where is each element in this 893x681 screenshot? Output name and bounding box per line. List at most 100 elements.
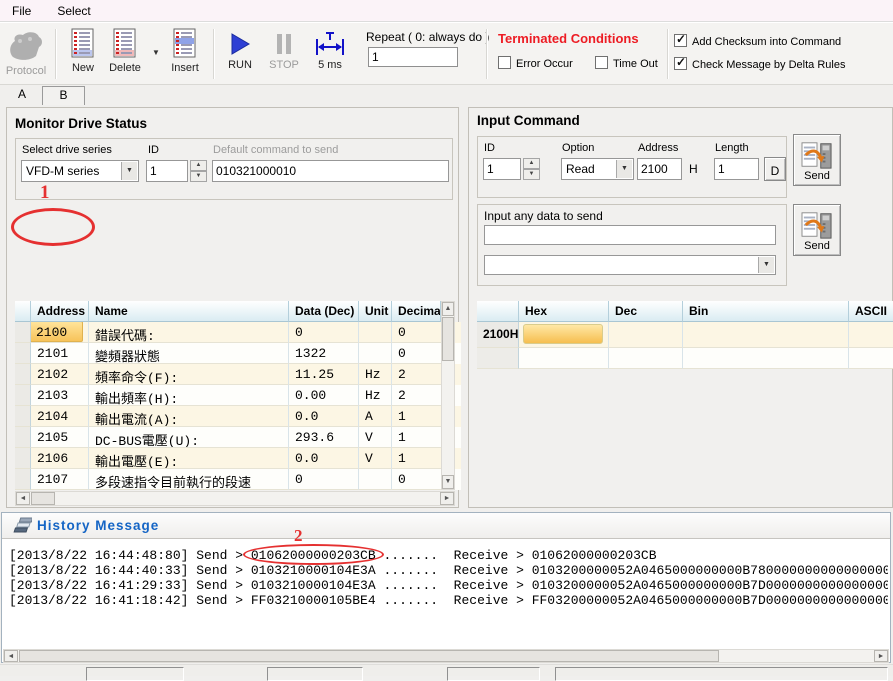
add-checksum-checkbox-box[interactable] [674,34,687,47]
select-drive-label: Select drive series [22,144,112,156]
history-hscrollbar[interactable]: ◄ ► [3,649,889,663]
input-command-panel: Input Command ID ▲▼ Option Read ▼ Addres… [468,107,893,508]
table-row-2100[interactable]: 2100錯誤代碼:00 [15,322,461,343]
scroll-down-icon[interactable]: ▼ [442,475,454,489]
table-row-2104[interactable]: 2104輸出電流(A):0.0A1 [15,406,461,427]
header-bin: Bin [683,301,849,322]
default-command-input[interactable] [212,160,449,182]
monitor-table-body: 2100錯誤代碼:002101變頻器狀態132202102頻率命令(F):11.… [15,322,461,490]
scroll-left-icon[interactable]: ◄ [4,650,18,662]
drive-series-combo[interactable]: VFD-M series ▼ [21,160,139,182]
toolbar-separator [667,29,668,79]
chevron-down-icon[interactable]: ▼ [121,162,137,180]
spin-down-icon[interactable]: ▼ [190,171,207,182]
address-label: Address [638,142,678,154]
toolbar: Protocol New Delete ▼ [0,23,893,85]
selected-address-cell[interactable]: 2100 [31,322,83,342]
add-checksum-checkbox[interactable]: Add Checksum into Command [674,34,841,48]
response-row-2100[interactable]: 2100H [477,322,893,348]
response-table: Hex Dec Bin ASCII 2100H [477,301,893,369]
scroll-right-icon[interactable]: ► [874,650,888,662]
length-label: Length [715,142,749,154]
stop-toolbar-button[interactable]: STOP [264,31,304,71]
vscroll-thumb[interactable] [442,317,454,361]
tab-strip: A B [0,85,893,107]
menu-select[interactable]: Select [53,2,94,20]
send-command-button[interactable]: Send [793,134,841,186]
header-unit: Unit [359,301,392,322]
tab-b[interactable]: B [42,86,85,105]
history-log[interactable]: [2013/8/22 16:44:48:80] Send > 010620000… [4,540,888,648]
received-data: FF03200000052A0465000000000B7D0000000000… [532,593,888,608]
table-row-2101[interactable]: 2101變頻器狀態13220 [15,343,461,364]
time-out-checkbox[interactable]: Time Out [595,56,658,70]
check-message-checkbox[interactable]: Check Message by Delta Rules [674,57,845,71]
delete-button[interactable]: Delete [104,28,146,74]
new-button[interactable]: New [63,28,103,74]
monitor-table-hscrollbar[interactable]: ◄ ► [15,491,455,506]
ic-id-spinner[interactable]: ▲▼ [523,158,540,180]
hscroll-thumb[interactable] [31,492,55,505]
annotation-number-2: 2 [294,526,303,546]
time-interval-icon [308,31,352,57]
length-input[interactable] [714,158,759,180]
row-header-2100h: 2100H [477,322,519,348]
hscroll-thumb[interactable] [19,650,719,662]
scroll-left-icon[interactable]: ◄ [16,492,30,505]
table-row-2106[interactable]: 2106輸出電壓(E):0.0V1 [15,448,461,469]
spin-down-icon[interactable]: ▼ [523,169,540,180]
status-bar [0,664,893,676]
table-row-2103[interactable]: 2103輸出頻率(H):0.00Hz2 [15,385,461,406]
scroll-up-icon[interactable]: ▲ [442,302,454,316]
delete-dropdown-arrow[interactable]: ▼ [152,48,160,57]
toolbar-separator [213,29,214,79]
header-hex: Hex [519,301,609,322]
chevron-down-icon[interactable]: ▼ [758,257,774,273]
any-data-history-combo[interactable]: ▼ [484,255,776,275]
insert-button[interactable]: Insert [164,28,206,74]
spin-up-icon[interactable]: ▲ [190,160,207,171]
send-any-data-button[interactable]: Send [793,204,841,256]
repeat-label: Repeat ( 0: always do ) [366,30,489,44]
toolbar-separator [486,29,487,79]
chevron-down-icon[interactable]: ▼ [616,160,632,178]
interval-button[interactable]: 5 ms [308,31,352,71]
length-unit-button[interactable]: D [764,157,786,181]
menu-file[interactable]: File [8,2,35,20]
spin-up-icon[interactable]: ▲ [523,158,540,169]
address-input[interactable] [637,158,682,180]
check-message-checkbox-box[interactable] [674,57,687,70]
table-row-2105[interactable]: 2105DC-BUS電壓(U):293.6V1 [15,427,461,448]
history-message-panel: History Message [2013/8/22 16:44:48:80] … [1,512,891,663]
error-occur-checkbox-box[interactable] [498,56,511,69]
history-log-line: [2013/8/22 16:44:40:33] Send > 010321000… [9,563,888,578]
time-out-checkbox-box[interactable] [595,56,608,69]
option-combo[interactable]: Read ▼ [561,158,634,180]
scroll-right-icon[interactable]: ► [440,492,454,505]
error-occur-checkbox[interactable]: Error Occur [498,56,573,70]
sent-data: 0103210000104E3A [251,578,376,593]
input-command-title: Input Command [477,113,580,128]
drive-id-input[interactable] [146,160,188,182]
monitor-table-vscrollbar[interactable]: ▲ ▼ [441,301,455,490]
ic-id-input[interactable] [483,158,521,180]
history-log-line: [2013/8/22 16:41:29:33] Send > 010321000… [9,578,888,593]
id-label: ID [148,144,159,156]
response-row-empty[interactable] [477,348,893,369]
header-name: Name [89,301,289,322]
any-data-input[interactable] [484,225,776,245]
header-ascii: ASCII [849,301,893,322]
repeat-input[interactable] [368,47,458,67]
sent-data: 0103210000104E3A [251,563,376,578]
run-toolbar-button[interactable]: RUN [220,31,260,71]
table-row-2102[interactable]: 2102頻率命令(F):11.25Hz2 [15,364,461,385]
terminated-conditions-title: Terminated Conditions [498,31,639,46]
ic-id-label: ID [484,142,495,154]
annotation-circle-1 [11,208,95,246]
tab-a[interactable]: A [4,87,40,101]
table-row-2107[interactable]: 2107多段速指令目前執行的段速00 [15,469,461,490]
selected-hex-cell[interactable] [523,324,603,344]
pause-icon [264,31,304,57]
drive-id-spinner[interactable]: ▲▼ [190,160,207,182]
protocol-button[interactable]: Protocol [4,29,48,77]
